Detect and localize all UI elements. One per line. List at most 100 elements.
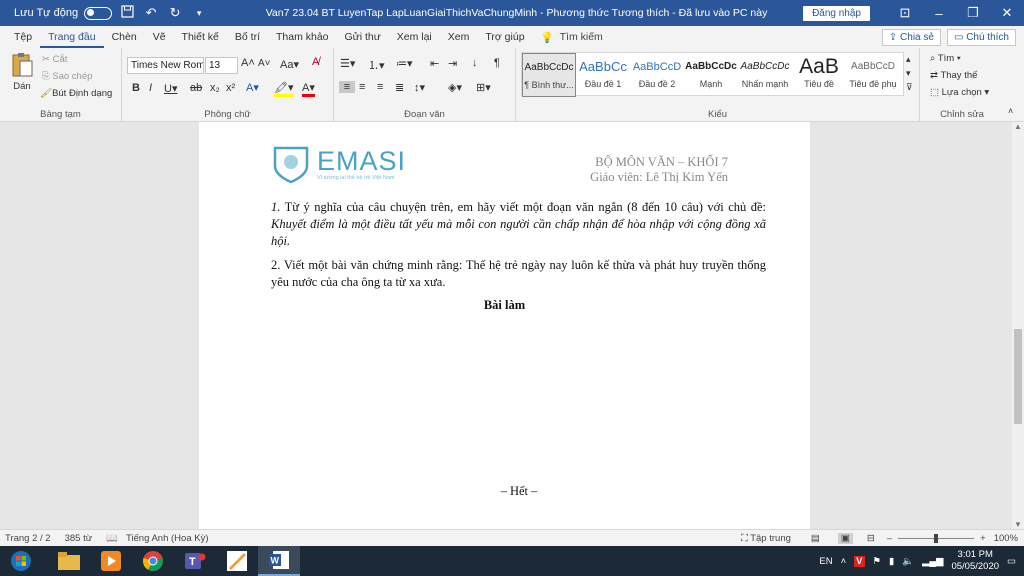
- search-box[interactable]: 💡 Tìm kiếm: [541, 31, 603, 44]
- style-heading-2[interactable]: AaBbCcD Đầu đề 2: [630, 53, 684, 97]
- web-layout-icon[interactable]: ⊟: [867, 533, 875, 544]
- format-painter-button[interactable]: 🖌Bút Định dạng: [40, 88, 112, 99]
- tab-view[interactable]: Xem: [440, 26, 478, 48]
- grow-font-icon[interactable]: A˄: [241, 57, 255, 69]
- clock[interactable]: 3:01 PM 05/05/2020: [951, 549, 999, 573]
- comments-button[interactable]: ▭ Chú thích: [946, 28, 1016, 46]
- borders-icon[interactable]: ⊞▾: [476, 81, 491, 94]
- ribbon-display-icon[interactable]: ⊡: [888, 5, 922, 21]
- taskbar-teams[interactable]: T: [174, 546, 216, 576]
- tray-expand-icon[interactable]: ˄: [841, 556, 847, 567]
- vertical-scrollbar[interactable]: ▲ ▼: [1012, 122, 1024, 529]
- signin-button[interactable]: Đăng nhập: [803, 5, 870, 21]
- replace-button[interactable]: ⇄ Thay thế: [930, 70, 977, 81]
- restore-icon[interactable]: ❐: [956, 5, 990, 21]
- style-normal[interactable]: AaBbCcDc ¶ Bình thư...: [522, 53, 576, 97]
- scroll-thumb[interactable]: [1014, 329, 1022, 424]
- align-left-icon[interactable]: ≡: [339, 81, 355, 93]
- styles-scroll-down-icon[interactable]: ▾: [906, 68, 911, 79]
- tab-layout[interactable]: Bố trí: [227, 26, 268, 48]
- underline-icon[interactable]: U▾: [164, 82, 177, 95]
- font-name-select[interactable]: Times New Rom: [127, 57, 204, 74]
- language-indicator[interactable]: EN: [819, 556, 832, 567]
- zoom-in-icon[interactable]: +: [980, 533, 986, 544]
- zoom-out-icon[interactable]: –: [887, 533, 892, 544]
- find-button[interactable]: ⌕ Tìm ▾: [930, 53, 961, 64]
- clear-formatting-icon[interactable]: A̸: [312, 56, 319, 68]
- increase-indent-icon[interactable]: ⇥: [448, 57, 457, 70]
- minimize-icon[interactable]: –: [922, 6, 956, 21]
- paste-button[interactable]: Dán: [8, 52, 36, 92]
- style-subtitle[interactable]: AaBbCcD Tiêu đề phụ: [846, 53, 900, 97]
- tab-insert[interactable]: Chèn: [104, 26, 145, 48]
- scroll-down-icon[interactable]: ▼: [1014, 520, 1022, 529]
- tab-references[interactable]: Tham khảo: [268, 26, 337, 48]
- copy-button[interactable]: ⎘ Sao chép: [42, 71, 92, 82]
- tab-home[interactable]: Trang đầu: [40, 26, 104, 48]
- taskbar-chrome[interactable]: [132, 546, 174, 576]
- focus-button[interactable]: ⛶ Tập trung: [741, 533, 791, 544]
- bullets-icon[interactable]: ☰▾: [340, 57, 355, 70]
- superscript-icon[interactable]: x²: [226, 82, 235, 94]
- zoom-slider[interactable]: [898, 533, 975, 543]
- taskbar-app[interactable]: [216, 546, 258, 576]
- bold-icon[interactable]: B: [132, 82, 140, 94]
- tab-help[interactable]: Trợ giúp: [477, 26, 532, 48]
- multilevel-list-icon[interactable]: ≔▾: [396, 57, 413, 70]
- tab-file[interactable]: Tệp: [6, 26, 40, 48]
- document-page[interactable]: EMASI Vì tương lai thế hệ trẻ Việt Nam B…: [199, 122, 810, 529]
- style-strong[interactable]: AaBbCcDc Mạnh: [684, 53, 738, 97]
- volume-icon[interactable]: 🔈: [902, 556, 914, 567]
- cut-button[interactable]: ✂ Cắt: [42, 54, 67, 65]
- redo-icon[interactable]: ↻: [166, 5, 184, 21]
- customize-toolbar-icon[interactable]: ▾: [190, 8, 208, 19]
- taskbar-explorer[interactable]: [48, 546, 90, 576]
- change-case-icon[interactable]: Aa▾: [280, 58, 299, 71]
- line-spacing-icon[interactable]: ↕▾: [414, 81, 425, 94]
- align-right-icon[interactable]: ≡: [377, 81, 383, 93]
- save-icon[interactable]: [118, 5, 136, 21]
- network-icon[interactable]: ▂▄▆: [922, 556, 943, 567]
- tab-design[interactable]: Thiết kế: [174, 26, 227, 48]
- shading-icon[interactable]: ◈▾: [448, 81, 462, 94]
- decrease-indent-icon[interactable]: ⇤: [430, 57, 439, 70]
- highlight-icon[interactable]: 🖍▾: [274, 81, 294, 97]
- justify-icon[interactable]: ≣: [395, 81, 404, 94]
- print-layout-icon[interactable]: ▣: [837, 532, 853, 544]
- italic-icon[interactable]: I: [149, 82, 152, 94]
- zoom-level[interactable]: 100%: [994, 533, 1018, 544]
- proofing-icon[interactable]: 📖: [106, 533, 118, 544]
- styles-scroll-up-icon[interactable]: ▴: [906, 54, 911, 65]
- strikethrough-icon[interactable]: ab: [190, 82, 202, 94]
- antivirus-icon[interactable]: V: [854, 555, 865, 567]
- show-formatting-icon[interactable]: ¶: [494, 57, 500, 69]
- scroll-up-icon[interactable]: ▲: [1014, 122, 1022, 131]
- tab-review[interactable]: Xem lại: [389, 26, 440, 48]
- text-effects-icon[interactable]: A▾: [246, 81, 259, 94]
- subscript-icon[interactable]: x₂: [210, 82, 220, 94]
- start-button[interactable]: [0, 546, 42, 576]
- styles-more-icon[interactable]: ⊽: [906, 82, 913, 93]
- numbering-icon[interactable]: ⒈▾: [368, 57, 385, 73]
- language-status[interactable]: Tiếng Anh (Hoa Kỳ): [126, 533, 209, 544]
- taskbar-media-player[interactable]: [90, 546, 132, 576]
- style-title[interactable]: AaB Tiêu đề: [792, 53, 846, 97]
- tab-mailings[interactable]: Gửi thư: [337, 26, 389, 48]
- undo-icon[interactable]: ↶: [142, 5, 160, 21]
- notifications-icon[interactable]: ▭: [1007, 556, 1016, 567]
- read-mode-icon[interactable]: ▤: [811, 533, 820, 544]
- align-center-icon[interactable]: ≡: [359, 81, 365, 93]
- style-heading-1[interactable]: AaBbCc Đầu đề 1: [576, 53, 630, 97]
- page-count[interactable]: Trang 2 / 2: [5, 533, 51, 544]
- style-emphasis[interactable]: AaBbCcDc Nhấn mạnh: [738, 53, 792, 97]
- select-button[interactable]: ⬚ Lựa chọn ▾: [930, 87, 989, 98]
- flag-icon[interactable]: ⚑: [873, 556, 882, 567]
- battery-icon[interactable]: ▮: [889, 556, 894, 567]
- tab-draw[interactable]: Vẽ: [145, 26, 174, 48]
- autosave-toggle[interactable]: [84, 6, 113, 20]
- taskbar-word[interactable]: W: [258, 546, 300, 576]
- collapse-ribbon-icon[interactable]: ˄: [1008, 106, 1013, 116]
- word-count[interactable]: 385 từ: [65, 533, 93, 544]
- font-size-select[interactable]: 13: [205, 57, 238, 74]
- sort-icon[interactable]: ↓: [472, 57, 478, 69]
